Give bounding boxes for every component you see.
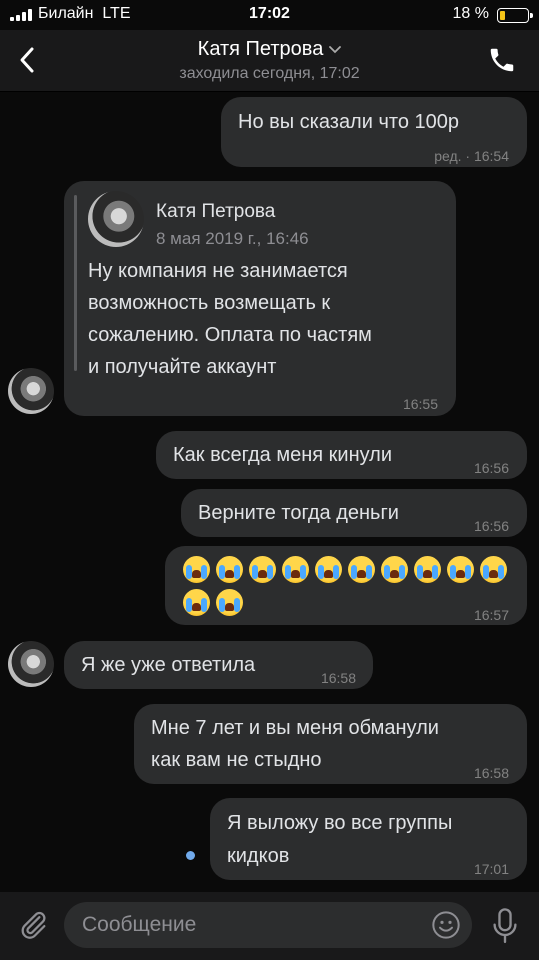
outgoing-message[interactable]: Я выложу во все группы кидков 17:01 — [210, 798, 527, 880]
message-time: 17:01 — [473, 861, 509, 877]
forward-quote-bar — [74, 195, 77, 371]
outgoing-message[interactable]: Мне 7 лет и вы меня обманули как вам не … — [134, 704, 527, 784]
battery-icon — [497, 8, 533, 23]
message-time: 16:57 — [473, 607, 509, 623]
forward-text-line: возможность возмещать к — [88, 292, 331, 314]
paperclip-icon — [21, 911, 46, 939]
chat-title-area[interactable]: Катя Петрова заходила сегодня, 17:02 — [0, 38, 539, 83]
status-bar: Билайн LTE 17:02 18 % — [0, 0, 539, 30]
avatar[interactable] — [8, 368, 54, 414]
composer — [0, 892, 539, 960]
message-text-line: Мне 7 лет и вы меня обманули — [151, 717, 439, 739]
message-time: 16:56 — [473, 460, 509, 476]
crying-face-emoji — [183, 556, 210, 583]
message-text-line: как вам не стыдно — [151, 749, 322, 771]
chat-header: Катя Петрова заходила сегодня, 17:02 — [0, 30, 539, 92]
message-text: Я же уже ответила — [81, 654, 256, 676]
forward-author-name[interactable]: Катя Петрова — [156, 197, 275, 227]
forward-text-line: и получайте аккаунт — [88, 356, 277, 378]
voice-record-button[interactable] — [491, 908, 519, 944]
crying-face-emoji — [216, 589, 243, 616]
message-time: 16:55 — [402, 396, 438, 412]
attach-button[interactable] — [16, 908, 50, 942]
message-meta: ред. · 16:54 — [434, 148, 509, 164]
outgoing-emoji-message[interactable]: 16:57 — [165, 546, 527, 625]
message-text-line: Я выложу во все группы — [227, 812, 453, 834]
message-input[interactable] — [82, 910, 402, 940]
message-time: 16:56 — [473, 518, 509, 534]
forward-text-line: сожалению. Оплата по частям — [88, 324, 372, 346]
message-text: Но вы сказали что 100р — [238, 111, 459, 133]
message-text-line: кидков — [227, 845, 290, 867]
battery-percent: 18 % — [452, 5, 489, 22]
crying-face-emoji — [414, 556, 441, 583]
forward-author-avatar[interactable] — [88, 191, 144, 247]
message-text: Как всегда меня кинули — [173, 444, 393, 466]
message-time: 16:58 — [473, 765, 509, 781]
call-button[interactable] — [487, 45, 517, 75]
last-seen-status: заходила сегодня, 17:02 — [179, 65, 360, 82]
crying-face-emoji — [249, 556, 276, 583]
smile-icon — [432, 911, 460, 939]
message-text: Верните тогда деньги — [198, 502, 399, 524]
microphone-icon — [493, 908, 517, 944]
crying-face-emoji — [348, 556, 375, 583]
incoming-message[interactable]: Я же уже ответила 16:58 — [64, 641, 373, 689]
crying-face-emoji — [183, 589, 210, 616]
unread-indicator — [186, 851, 195, 860]
emoji-button[interactable] — [430, 909, 462, 941]
crying-face-emoji — [216, 556, 243, 583]
chevron-down-icon — [329, 45, 342, 53]
outgoing-message[interactable]: Верните тогда деньги 16:56 — [181, 489, 527, 537]
phone-icon — [490, 48, 514, 72]
chat-title: Катя Петрова — [197, 38, 324, 60]
message-list[interactable]: Но вы сказали что 100р ред. · 16:54 Катя… — [0, 92, 539, 892]
incoming-forwarded-message[interactable]: Катя Петрова 8 мая 2019 г., 16:46 Ну ком… — [64, 181, 456, 416]
avatar[interactable] — [8, 641, 54, 687]
message-field[interactable] — [64, 902, 472, 948]
message-time: 16:58 — [320, 670, 356, 686]
forward-date: 8 мая 2019 г., 16:46 — [156, 229, 309, 248]
outgoing-message[interactable]: Но вы сказали что 100р ред. · 16:54 — [221, 97, 527, 167]
crying-face-emoji — [282, 556, 309, 583]
forward-text-line: Ну компания не занимается — [88, 260, 348, 282]
crying-face-emoji — [447, 556, 474, 583]
crying-face-emoji — [315, 556, 342, 583]
outgoing-message[interactable]: Как всегда меня кинули 16:56 — [156, 431, 527, 479]
crying-face-emoji — [480, 556, 507, 583]
crying-face-emoji — [381, 556, 408, 583]
